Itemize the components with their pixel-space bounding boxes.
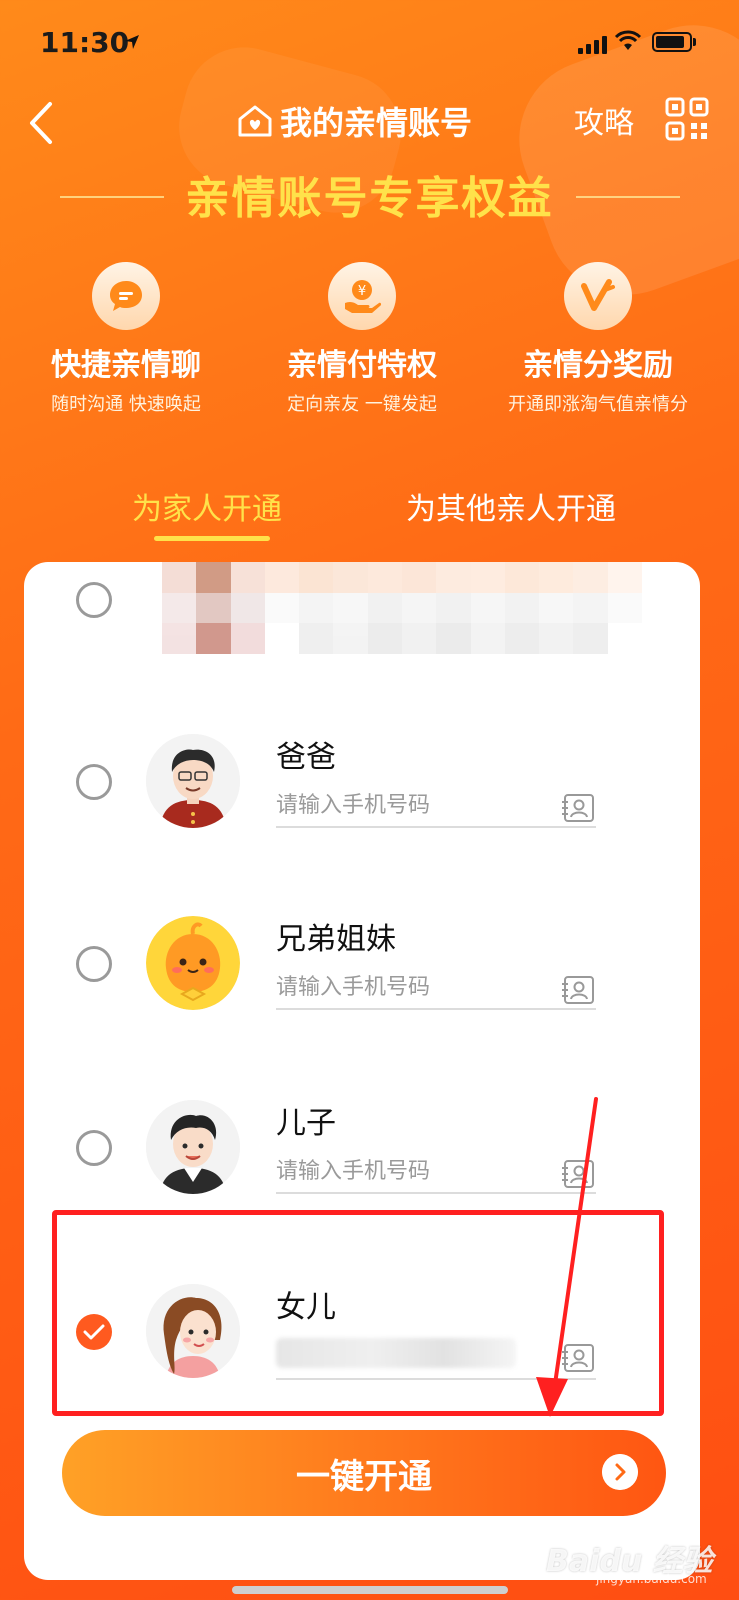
cellular-signal-icon [578,34,607,54]
feature-desc: 定向亲友 一键发起 [287,394,437,415]
feature-desc: 随时沟通 快速唤起 [51,394,201,415]
qr-code-icon[interactable] [664,96,710,142]
member-list-card: 爸爸 兄弟姐妹 [24,562,700,1580]
chevron-right-icon [602,1454,638,1490]
back-icon[interactable] [22,98,66,148]
avatar-siblings [146,916,240,1010]
feature-family-points[interactable]: 亲情分奖励 开通即涨淘气值亲情分 [478,262,718,416]
benefits-title: 亲情账号专享权益 [185,173,554,224]
avatar-father [146,734,240,828]
yuan-hand-icon: ¥ [328,262,396,330]
avatar-son [146,1100,240,1194]
feature-family-pay[interactable]: ¥ 亲情付特权 定向亲友 一键发起 [242,262,482,416]
wifi-icon [614,30,642,50]
phone-input[interactable] [276,966,596,1010]
title-divider-right [576,196,680,198]
battery-nub [693,38,696,46]
contact-book-icon[interactable] [560,974,596,1006]
battery-icon [652,32,692,52]
title-text: 我的亲情账号 [280,104,473,142]
pixelated-member-row [162,562,642,654]
watermark-url: jingyan.baidu.com [596,1572,707,1586]
home-indicator[interactable] [232,1586,508,1594]
v-badge-icon [564,262,632,330]
tab-active-indicator [154,536,270,541]
contact-book-icon[interactable] [560,792,596,824]
location-arrow-icon [125,35,139,49]
feature-quick-chat[interactable]: 快捷亲情聊 随时沟通 快速唤起 [6,262,246,416]
home-heart-icon [238,105,272,137]
member-radio[interactable] [76,1130,112,1166]
feature-name: 亲情分奖励 [523,348,673,383]
strategy-button[interactable]: 攻略 [574,98,634,142]
member-name: 兄弟姐妹 [276,922,396,957]
member-radio[interactable] [76,764,112,800]
feature-desc: 开通即涨淘气值亲情分 [508,394,688,415]
chat-bubble-icon [92,262,160,330]
feature-name: 亲情付特权 [287,348,437,383]
svg-text:¥: ¥ [358,284,366,299]
phone-input[interactable] [276,784,596,828]
one-click-open-button[interactable]: 一键开通 [62,1430,666,1516]
member-radio[interactable] [76,582,112,618]
tab-other-relatives[interactable]: 为其他亲人开通 [406,484,616,528]
member-radio[interactable] [76,946,112,982]
member-name: 爸爸 [276,740,336,775]
feature-name: 快捷亲情聊 [51,348,201,383]
annotation-arrow-icon [536,1097,598,1417]
member-name: 儿子 [276,1106,336,1141]
tab-family[interactable]: 为家人开通 [132,484,282,528]
status-time: 11:30 [40,26,130,59]
page-title: 我的亲情账号 [236,98,472,144]
